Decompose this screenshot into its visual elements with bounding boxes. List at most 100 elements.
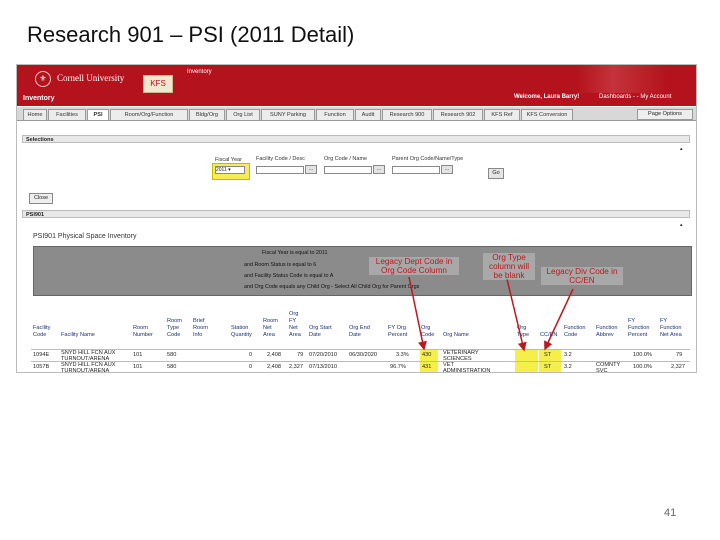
cell: ST (544, 364, 552, 370)
psi-table: Facility Code Facility Name Room Number … (31, 295, 690, 373)
cell: SNYD HILL FCN AUX TURNOUT/ARENA (61, 350, 116, 362)
page-options-button[interactable]: Page Options (637, 109, 693, 120)
org-input[interactable] (324, 166, 372, 174)
psi901-title: PSI901 (26, 212, 45, 218)
cell: VETERINARY SCIENCES (443, 350, 479, 362)
page-number: 41 (664, 507, 677, 519)
kfs-logo: KFS (143, 75, 173, 93)
university-name: Cornell University (57, 73, 125, 83)
annotation-legacy-dept: Legacy Dept Code in Org Code Column (369, 257, 459, 275)
cell: 580 (167, 364, 177, 370)
facility-label: Facility Code / Desc (256, 156, 305, 162)
cell: 2,408 (267, 364, 281, 370)
col-function-code: Function Code (564, 325, 586, 338)
cell: 580 (167, 352, 177, 358)
col-facility-name: Facility Name (61, 332, 95, 338)
collapse-icon[interactable]: ▴ (680, 146, 693, 152)
criteria-line: Fiscal Year is equal to 2011 (262, 250, 328, 256)
org-label: Org Code / Name (324, 156, 368, 162)
tab-home[interactable]: Home (23, 109, 47, 120)
col-facility-code: Facility Code (33, 325, 51, 338)
row-divider (31, 361, 690, 362)
col-org-fy-net-area: Org FY Net Area (289, 311, 301, 338)
tab-facilities[interactable]: Facilities (48, 109, 86, 120)
col-fy-function-percent: FY Function Percent (628, 318, 650, 338)
tab-research-902[interactable]: Research 902 (433, 109, 483, 120)
criteria-line: and Org Code equals any Child Org - Sele… (244, 284, 420, 290)
col-org-start-date: Org Start Date (309, 325, 332, 338)
cell: 07/20/2010 (309, 352, 337, 358)
cell: 0 (249, 352, 253, 358)
tab-bldg-org[interactable]: Bldg/Org (189, 109, 225, 120)
col-org-name: Org Name (443, 332, 469, 338)
slide-title: Research 901 – PSI (2011 Detail) (27, 22, 355, 47)
tab-audit[interactable]: Audit (355, 109, 381, 120)
tab-bar: Home Facilities PSI Room/Org/Function Bl… (17, 107, 696, 121)
cell: 3.3% (396, 352, 409, 358)
cell: 79 (676, 352, 683, 358)
col-org-end-date: Org End Date (349, 325, 370, 338)
tab-suny-parking[interactable]: SUNY Parking (261, 109, 315, 120)
annotation-org-type: Org Type column will be blank (483, 253, 535, 280)
criteria-line: and Room Status is equal to 6 (244, 262, 317, 268)
cell: 1094E (33, 352, 50, 358)
header-links[interactable]: Dashboards - - My Account (599, 94, 671, 100)
facility-input[interactable] (256, 166, 304, 174)
annotation-legacy-div: Legacy Div Code in CC/EN (541, 267, 623, 285)
tab-research-900[interactable]: Research 900 (382, 109, 432, 120)
cell: 3.2 (564, 364, 572, 370)
selections-header: Selections (22, 135, 690, 143)
cell: 0 (249, 364, 253, 370)
welcome-text: Welcome, Laura Barry! (514, 94, 580, 100)
fiscal-year-value: 2011 (216, 167, 227, 173)
go-button[interactable]: Go (488, 168, 504, 179)
collapse-icon[interactable]: ▴ (680, 222, 693, 228)
cell: 100.0% (633, 364, 652, 370)
cell: ST (544, 352, 552, 358)
org-lookup-button[interactable]: ... (373, 165, 385, 174)
cell: 07/13/2010 (309, 364, 337, 370)
criteria-line: and Facility Status Code is equal to A (244, 273, 334, 279)
facility-lookup-button[interactable]: ... (305, 165, 317, 174)
tab-kfs-conversion[interactable]: KFS Conversion (521, 109, 573, 120)
cell: COMNTY SVC (596, 362, 621, 373)
col-org-code: Org Code (421, 325, 435, 338)
app-header: ⚜ Cornell University KFS Inventory Inven… (17, 65, 696, 106)
cell: 06/30/2020 (349, 352, 377, 358)
cell: VET ADMINISTRATION (443, 362, 491, 373)
fiscal-year-select[interactable]: 2011 ▾ (215, 166, 245, 174)
seal-graphic (577, 65, 667, 93)
col-room-type-code: Room Type Code (167, 318, 182, 338)
cell: 2,408 (267, 352, 281, 358)
psi901-header: PSI901 (22, 210, 690, 218)
cell: 431 (422, 364, 432, 370)
app-screenshot: ⚜ Cornell University KFS Inventory Inven… (16, 64, 697, 373)
module-top-label: Inventory (187, 69, 212, 75)
cell: 79 (297, 352, 304, 358)
col-room-number: Room Number (133, 325, 153, 338)
parent-org-lookup-button[interactable]: ... (441, 165, 453, 174)
col-brief-room-info: Brief Room Info (193, 318, 208, 338)
cell: 430 (422, 352, 432, 358)
tab-kfs-ref[interactable]: KFS Ref (484, 109, 520, 120)
cell: SNYD HILL FCN AUX TURNOUT/ARENA (61, 362, 116, 373)
cell: 96.7% (390, 364, 406, 370)
col-fy-function-net-area: FY Function Net Area (660, 318, 682, 338)
cell: 2,327 (289, 364, 303, 370)
close-button[interactable]: Close (29, 193, 53, 204)
report-title: PSI901 Physical Space Inventory (33, 233, 137, 240)
col-org-type: Org Type (517, 325, 530, 338)
col-station-quantity: Station Quantity (231, 325, 252, 338)
cell: 101 (133, 364, 143, 370)
header-divider (31, 349, 690, 350)
tab-room-org-function[interactable]: Room/Org/Function (110, 109, 188, 120)
tab-psi[interactable]: PSI (87, 109, 109, 120)
tab-org-list[interactable]: Org List (226, 109, 260, 120)
cornell-seal-icon: ⚜ (35, 71, 51, 87)
selections-title: Selections (26, 137, 54, 143)
parent-org-input[interactable] (392, 166, 440, 174)
fiscal-year-label: Fiscal Year (215, 157, 242, 163)
tab-function[interactable]: Function (316, 109, 354, 120)
col-room-net-area: Room Net Area (263, 318, 278, 338)
cell: 3.2 (564, 352, 572, 358)
